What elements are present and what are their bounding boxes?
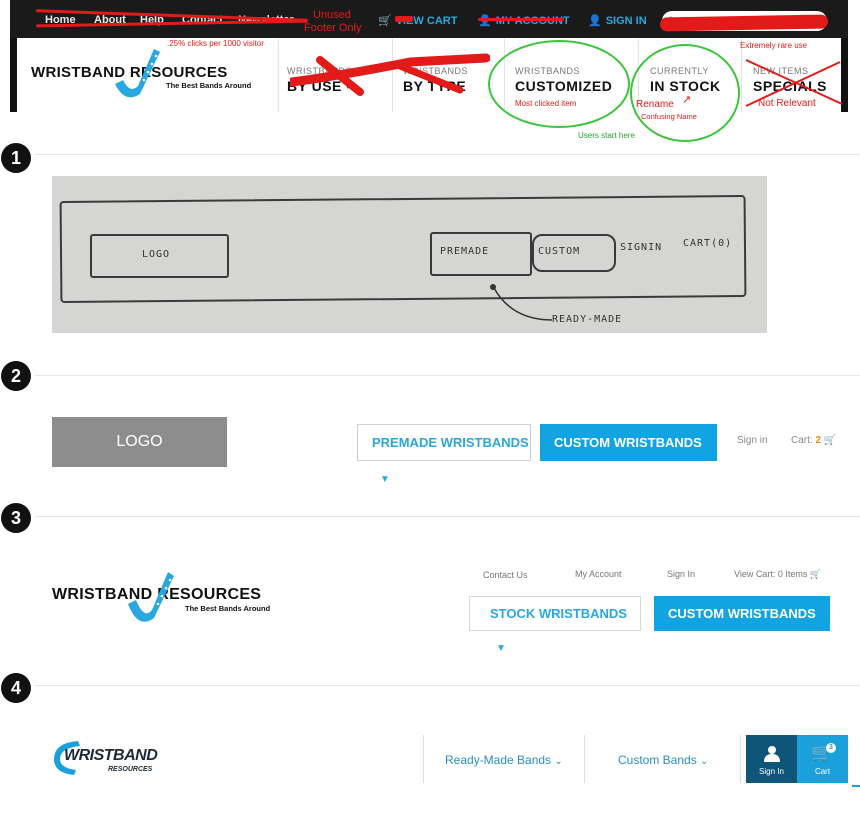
view-cart-link[interactable]: View Cart: 0 Items 🛒: [734, 569, 821, 580]
custom-wristbands-button[interactable]: CUSTOM WRISTBANDS ▼: [540, 424, 717, 487]
section-divider: [35, 154, 860, 155]
section-badge-3: 3: [1, 503, 31, 533]
annotation-users-start: Users start here: [578, 131, 635, 140]
section-badge-2: 2: [1, 361, 31, 391]
user-icon: 👤: [588, 15, 602, 27]
cart-link[interactable]: Cart: 2 🛒: [791, 435, 836, 446]
annotation-not-relevant: Not Relevant: [758, 98, 816, 109]
chevron-down-icon: ▼: [674, 645, 684, 656]
sign-in-link[interactable]: Sign In: [667, 569, 695, 579]
custom-wristbands-button[interactable]: CUSTOM WRISTBANDS ▼: [654, 596, 830, 656]
cart-count-badge: 3: [826, 743, 836, 753]
sketch-signin-label: SIGNIN: [620, 242, 663, 253]
accent-line: [852, 785, 860, 787]
user-icon: 👤: [478, 15, 492, 27]
annotation-clicks: .25% clicks per 1000 visitor: [167, 39, 264, 48]
sketch-logo-label: LOGO: [142, 249, 171, 260]
chevron-down-icon: ⌄: [700, 756, 709, 767]
cart-label: Cart:: [791, 435, 813, 446]
view-cart-label: View Cart: 0 Items: [734, 569, 808, 579]
nav-divider: [423, 735, 424, 783]
sign-in-link[interactable]: 👤 SIGN IN: [588, 14, 647, 27]
contact-us-link[interactable]: Contact Us: [483, 570, 528, 580]
highlight-circle: [630, 44, 740, 142]
logo-title[interactable]: WRISTBAND: [64, 747, 158, 765]
chevron-down-icon: ⌄: [554, 756, 563, 767]
nav-divider: [584, 735, 585, 783]
section-divider: [35, 375, 860, 376]
cart-icon: 🛒: [823, 435, 837, 446]
sign-in-label: SIGN IN: [605, 15, 647, 27]
user-icon: [764, 746, 780, 762]
annotation-unused: Unused: [313, 9, 351, 21]
section-divider: [35, 516, 860, 517]
strike-mark: [290, 53, 490, 96]
paper-sketch: LOGO PREMADE CUSTOM SIGNIN CART(0) READY…: [52, 176, 767, 333]
cart-icon: 🛒: [809, 569, 822, 579]
logo-tagline: The Best Bands Around: [166, 81, 252, 90]
ready-made-bands-link[interactable]: Ready-Made Bands ⌄: [445, 753, 563, 767]
cart-label: Cart: [814, 767, 831, 776]
annotation-footer-only: Footer Only: [304, 22, 362, 34]
view-cart-link[interactable]: 🛒 VIEW CART: [378, 14, 457, 27]
chevron-down-icon: ▼: [380, 474, 390, 485]
my-account-label: MY ACCOUNT: [495, 15, 570, 27]
sketch-custom-label: CUSTOM: [538, 246, 581, 257]
custom-bands-label: Custom Bands: [618, 753, 697, 767]
sign-in-link[interactable]: Sign in: [737, 435, 768, 446]
premade-wristbands-label: PREMADE WRISTBANDS: [372, 435, 529, 450]
custom-wristbands-label: CUSTOM WRISTBANDS: [554, 435, 702, 450]
premade-wristbands-button[interactable]: PREMADE WRISTBANDS ▼: [357, 424, 531, 485]
sign-in-button[interactable]: Sign In: [746, 735, 797, 783]
ready-made-label: Ready-Made Bands: [445, 753, 552, 767]
annotation-extremely-rare: Extremely rare use: [740, 41, 808, 50]
section-divider: [35, 685, 860, 686]
cart-button[interactable]: 🛒 3 Cart: [797, 735, 848, 783]
chevron-down-icon: ▼: [496, 643, 506, 654]
wristband-logo-icon: [115, 49, 160, 98]
highlight-circle: [488, 40, 630, 128]
cart-icon: 🛒: [378, 15, 392, 27]
sketch-premade-label: PREMADE: [440, 246, 490, 257]
section-badge-4: 4: [1, 673, 31, 703]
logo-placeholder[interactable]: LOGO: [52, 417, 227, 467]
scribble-mark: [659, 14, 829, 32]
custom-wristbands-label: CUSTOM WRISTBANDS: [668, 606, 816, 621]
chevron-down-icon: ▼: [564, 476, 574, 487]
cart-count: 2: [815, 435, 822, 446]
scribble-mark: [395, 16, 413, 22]
nav-divider: [278, 38, 279, 112]
sketch-cart-label: CART(0): [683, 238, 733, 249]
my-account-link[interactable]: My Account: [575, 569, 622, 579]
wristband-logo-icon: [128, 572, 174, 622]
strike-mark: [478, 18, 564, 21]
section-badge-1: 1: [1, 143, 31, 173]
custom-bands-link[interactable]: Custom Bands ⌄: [618, 753, 708, 767]
logo-tagline: The Best Bands Around: [185, 604, 271, 613]
sign-in-label: Sign In: [759, 767, 784, 776]
sketch-note: READY-MADE: [552, 314, 623, 325]
stock-wristbands-button[interactable]: STOCK WRISTBANDS ▼: [469, 596, 641, 654]
nav-divider: [740, 735, 741, 783]
stock-wristbands-label: STOCK WRISTBANDS: [490, 606, 627, 621]
logo-subtitle: RESOURCES: [108, 766, 153, 773]
